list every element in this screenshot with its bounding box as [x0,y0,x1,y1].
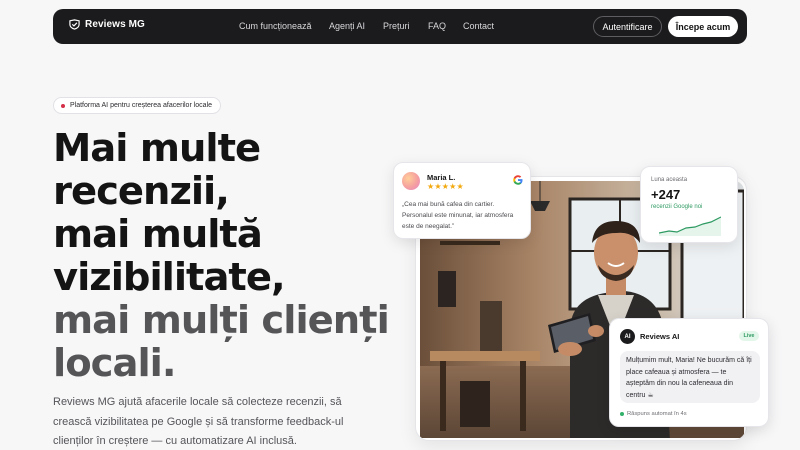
login-button[interactable]: Autentificare [593,16,662,37]
hero-title-line: mai multă [53,212,263,257]
shield-check-icon [69,19,80,30]
google-icon [513,175,523,185]
ai-reply-message: Mulțumim mult, Maria! Ne bucurăm că îți … [620,351,760,403]
live-status-badge: Live [739,331,759,341]
ai-reply-footer: Răspuns automat în 4s [620,411,687,417]
google-review-card: Maria L. ★★★★★ „Cea mai bună cafea din c… [393,162,531,239]
stats-value: +247 [651,187,681,202]
nav-link-faq[interactable]: FAQ [428,21,446,31]
hero-title-line: vizibilitate, [53,255,286,300]
nav-link-how-it-works[interactable]: Cum funcționează [239,21,312,31]
brand-name: Reviews MG [85,19,145,30]
star-rating: ★★★★★ [427,182,464,191]
hero-title-line-muted: mai mulți clienți [53,298,390,343]
reviewer-name: Maria L. [427,173,456,182]
status-dot-icon [620,412,624,416]
ai-reply-card: AI Reviews AI Live Mulțumim mult, Maria!… [609,318,769,427]
hero-title-line: Mai multe [53,126,261,171]
nav-link-pricing[interactable]: Prețuri [383,21,410,31]
reviewer-avatar [402,172,420,190]
growth-sparkline [659,216,721,236]
ai-avatar: AI [620,329,635,344]
hero-title: Mai multe recenzii, mai multă vizibilita… [53,127,413,385]
badge-dot-icon [61,103,65,108]
stats-subtitle: recenzii Google noi [651,204,703,210]
ai-agent-name: Reviews AI [640,332,680,341]
badge-text: Platforma AI pentru creșterea afacerilor… [70,102,213,109]
hero-title-line: recenzii, [53,169,230,214]
get-started-button[interactable]: Începe acum [668,16,738,37]
hero-title-line-muted: locali. [53,341,176,386]
monthly-stats-card: Luna aceasta +247 recenzii Google noi [640,166,738,243]
stats-label: Luna aceasta [651,177,688,183]
nav-link-contact[interactable]: Contact [463,21,494,31]
nav-link-ai-agents[interactable]: Agenți AI [329,21,365,31]
hero-badge: Platforma AI pentru creșterea afacerilor… [53,97,222,114]
hero-subtitle: Reviews MG ajută afacerile locale să col… [53,396,344,447]
brand-logo[interactable]: Reviews MG [69,19,145,30]
top-navbar: Reviews MG Cum funcționează Agenți AI Pr… [53,9,747,44]
ai-reply-footer-text: Răspuns automat în 4s [627,411,687,417]
review-text: „Cea mai bună cafea din cartier. Persona… [402,201,514,230]
